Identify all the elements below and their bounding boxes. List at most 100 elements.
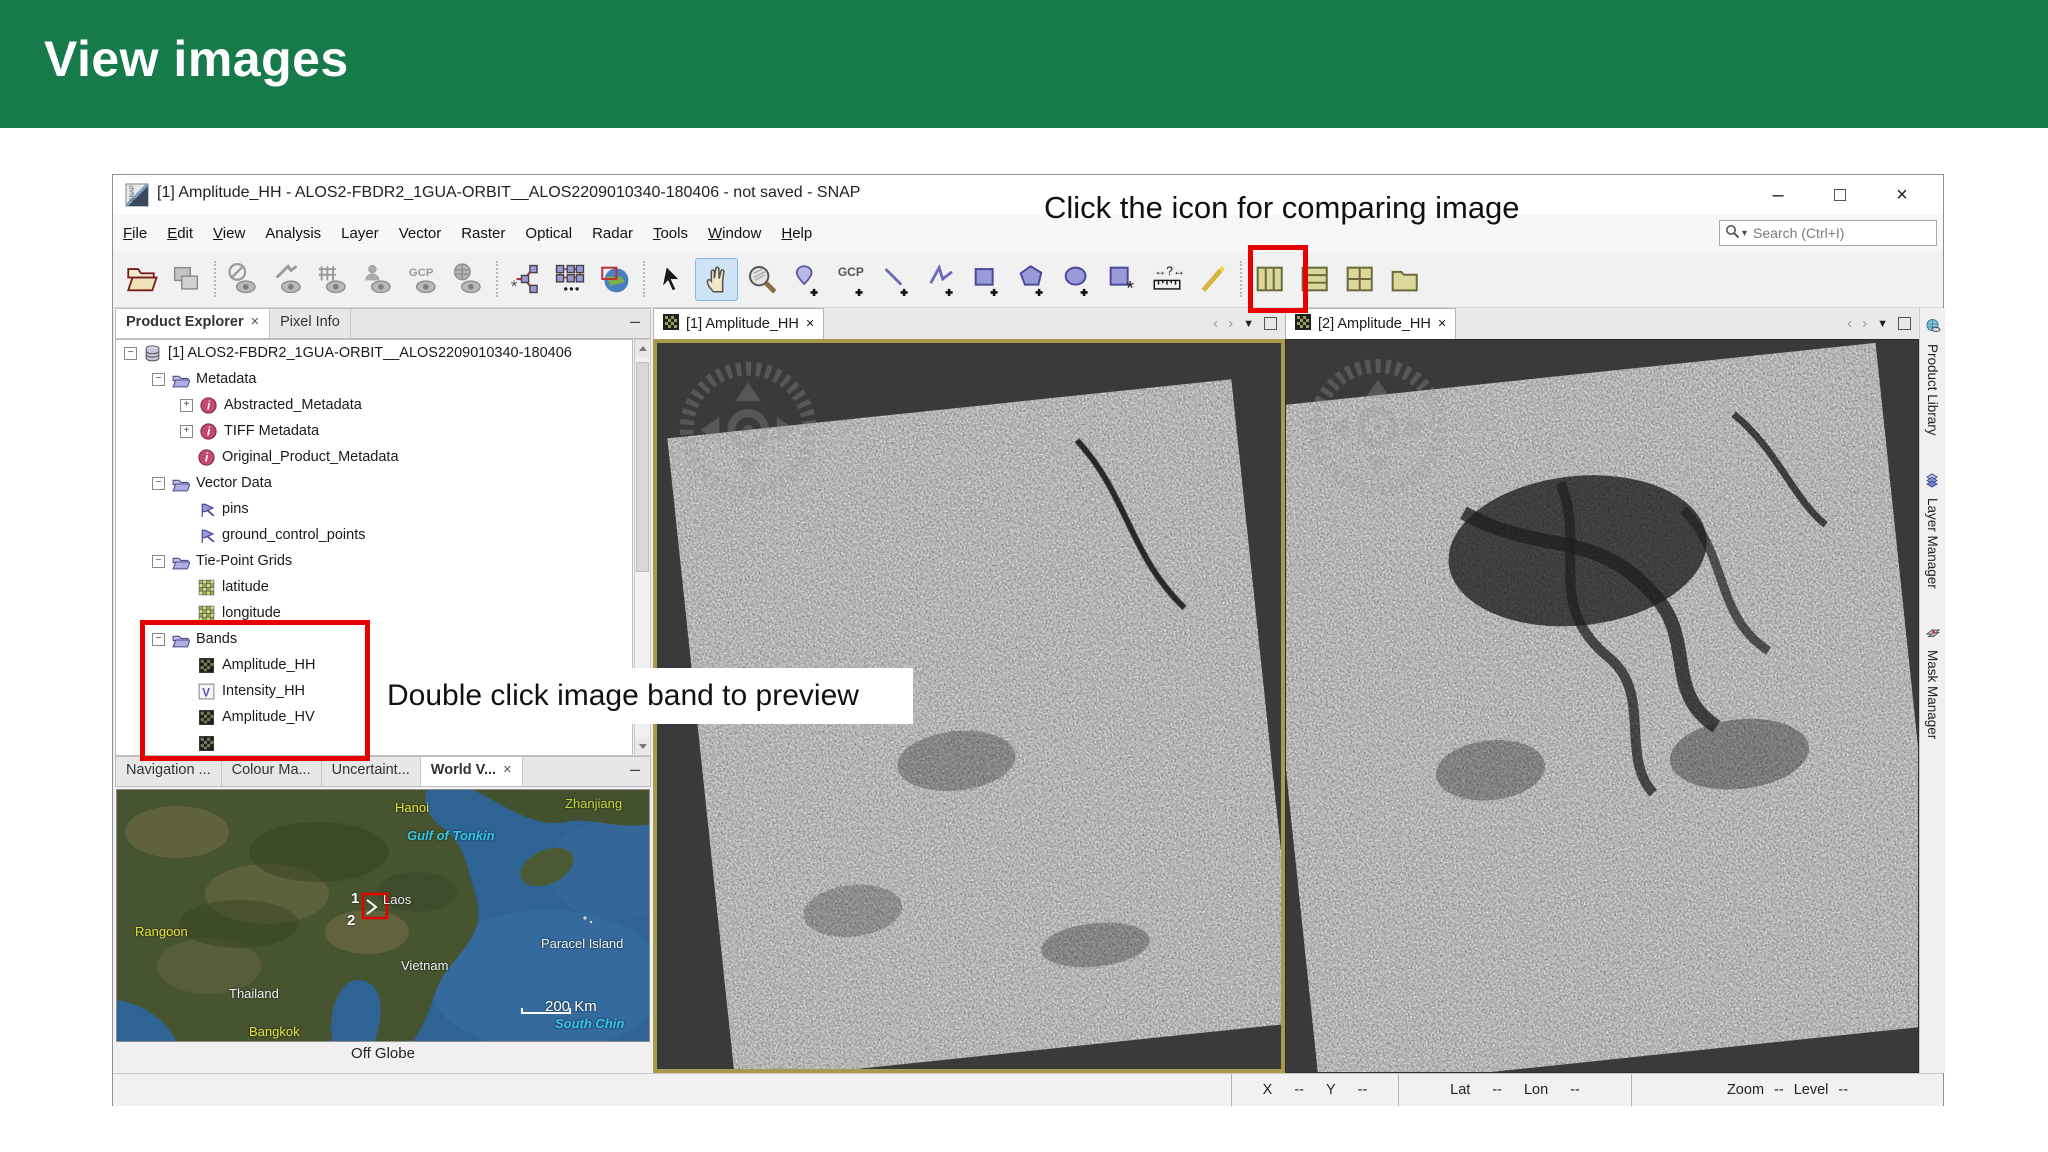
expander-icon[interactable]: − — [152, 554, 165, 568]
maximize-view-icon[interactable] — [1898, 317, 1911, 330]
scrollbar-thumb[interactable] — [636, 362, 649, 572]
menu-tools[interactable]: Tools — [643, 225, 698, 242]
menu-help[interactable]: Help — [771, 225, 822, 242]
menu-analysis[interactable]: Analysis — [255, 225, 331, 242]
tree-row-1-alos2-fbdr2-1gua-orbit-alos2209010340-180406[interactable]: − [1] ALOS2-FBDR2_1GUA-ORBIT__ALOS2209010… — [116, 340, 632, 366]
polyline-tool-button[interactable] — [920, 258, 963, 301]
graph-builder-button[interactable]: * — [503, 258, 546, 301]
magic-wand-tool-button[interactable] — [1190, 258, 1233, 301]
reprojection-button[interactable] — [593, 258, 636, 301]
status-text: X — [1262, 1082, 1273, 1098]
scroll-tabs-right-icon[interactable]: › — [1228, 315, 1233, 332]
measurement-tool-button[interactable]: ↔?↔ — [1145, 258, 1188, 301]
status-bar: X -- Y -- Lat -- Lon -- Zoom -- Level -- — [113, 1073, 1943, 1106]
gcp-manager-button[interactable]: GCP — [401, 258, 444, 301]
scroll-up-button[interactable] — [635, 340, 650, 357]
tab-product-explorer[interactable]: Product Explorer × — [116, 309, 271, 338]
close-icon[interactable]: × — [806, 316, 814, 332]
scroll-tabs-right-icon[interactable]: › — [1862, 315, 1867, 332]
close-icon[interactable]: × — [503, 762, 511, 778]
dock-tab-layer-manager[interactable]: Layer Manager — [1920, 462, 1945, 588]
open-product-button[interactable] — [119, 258, 162, 301]
view1-tab[interactable]: [1] Amplitude_HH × — [653, 308, 825, 339]
tile-evenly-button[interactable] — [1337, 258, 1380, 301]
menu-vector[interactable]: Vector — [389, 225, 452, 242]
tab-list-dropdown-icon[interactable]: ▼ — [1877, 318, 1888, 330]
pin-overlay-button[interactable] — [221, 258, 264, 301]
scroll-down-button[interactable] — [635, 738, 650, 755]
menu-view[interactable]: View — [203, 225, 255, 242]
tree-label: TIFF Metadata — [224, 423, 320, 439]
save-product-button[interactable] — [164, 258, 207, 301]
status-cell-x: X -- Y -- — [1231, 1074, 1398, 1106]
menu-optical[interactable]: Optical — [515, 225, 582, 242]
ellipse-tool-button[interactable] — [1055, 258, 1098, 301]
batch-processing-button[interactable] — [548, 258, 591, 301]
status-text: -- — [1774, 1082, 1784, 1098]
zoom-tool-button[interactable] — [740, 258, 783, 301]
dock-tab-product-library[interactable]: Product Library — [1920, 308, 1945, 436]
status-text: -- — [1294, 1082, 1304, 1098]
close-icon[interactable]: × — [1438, 316, 1446, 332]
menu-file[interactable]: File — [113, 225, 157, 242]
tree-row-abstracted-metadata[interactable]: + i Abstracted_Metadata — [116, 392, 632, 418]
subset-tool-button[interactable]: * — [1100, 258, 1143, 301]
menu-radar[interactable]: Radar — [582, 225, 643, 242]
rectangle-tool-button[interactable] — [965, 258, 1008, 301]
tie-point-grid-overlay-button[interactable] — [311, 258, 354, 301]
selection-tool-button[interactable] — [650, 258, 693, 301]
tab-navigation[interactable]: Navigation ... — [116, 757, 222, 786]
expander-icon[interactable]: − — [152, 476, 165, 490]
close-icon[interactable]: × — [251, 314, 259, 330]
maximize-view-icon[interactable] — [1264, 317, 1277, 330]
pin-placing-tool-button[interactable] — [785, 258, 828, 301]
tab-pixel-info[interactable]: Pixel Info — [270, 309, 351, 338]
search-scope-caret-icon[interactable]: ▾ — [1742, 228, 1747, 239]
minimize-panel-icon[interactable]: – — [630, 757, 650, 786]
tab-list-dropdown-icon[interactable]: ▼ — [1243, 318, 1254, 330]
scroll-tabs-left-icon[interactable]: ‹ — [1213, 315, 1218, 332]
view2-canvas[interactable] — [1285, 339, 1919, 1073]
dock-tab-mask-manager[interactable]: Mask Manager — [1920, 614, 1945, 740]
search-icon — [1725, 224, 1740, 243]
pan-tool-button[interactable] — [695, 257, 738, 301]
tree-row-pins[interactable]: pins — [116, 496, 632, 522]
menu-edit[interactable]: Edit — [157, 225, 203, 242]
menu-window[interactable]: Window — [698, 225, 771, 242]
tree-row-vector-data[interactable]: − Vector Data — [116, 470, 632, 496]
tab-world-v[interactable]: World V... × — [420, 757, 523, 786]
maximize-button[interactable]: □ — [1809, 175, 1871, 215]
search-box[interactable]: ▾ Search (Ctrl+I) — [1719, 220, 1937, 246]
pin-manager-button[interactable] — [356, 258, 399, 301]
expander-icon[interactable]: − — [152, 372, 165, 386]
tree-row-latitude[interactable]: latitude — [116, 574, 632, 600]
gcp-placing-tool-button[interactable]: GCP — [830, 258, 873, 301]
world-map-overlay-button[interactable] — [446, 258, 489, 301]
expander-icon[interactable]: + — [180, 424, 193, 438]
tab-uncertaint[interactable]: Uncertaint... — [321, 757, 421, 786]
polygon-tool-button[interactable] — [1010, 258, 1053, 301]
world-map[interactable]: Hanoi Zhanjiang Gulf of Tonkin Rangoon Laos P… — [116, 789, 650, 1042]
expander-icon[interactable]: + — [180, 398, 193, 412]
vector-overlay-button[interactable] — [266, 258, 309, 301]
snap-app-icon: SNAP — [124, 182, 150, 208]
menu-layer[interactable]: Layer — [331, 225, 389, 242]
tree-row-tie-point-grids[interactable]: − Tie-Point Grids — [116, 548, 632, 574]
minimize-button[interactable]: – — [1747, 175, 1809, 215]
menu-raster[interactable]: Raster — [451, 225, 515, 242]
tree-row-ground-control-points[interactable]: ground_control_points — [116, 522, 632, 548]
tab-colour-ma[interactable]: Colour Ma... — [221, 757, 322, 786]
status-text: Lon — [1523, 1082, 1549, 1098]
tree-label: Metadata — [196, 371, 257, 387]
tree-row-original-product-metadata[interactable]: i Original_Product_Metadata — [116, 444, 632, 470]
line-tool-button[interactable] — [875, 258, 918, 301]
scroll-tabs-left-icon[interactable]: ‹ — [1847, 315, 1852, 332]
expander-icon[interactable]: − — [124, 346, 137, 360]
window-titlebar[interactable]: SNAP [1] Amplitude_HH - ALOS2-FBDR2_1GUA… — [113, 175, 1943, 216]
tile-single-button[interactable] — [1382, 258, 1425, 301]
tree-row-metadata[interactable]: − Metadata — [116, 366, 632, 392]
minimize-panel-icon[interactable]: – — [630, 309, 650, 338]
tree-row-tiff-metadata[interactable]: + i TIFF Metadata — [116, 418, 632, 444]
close-button[interactable]: × — [1871, 175, 1933, 215]
view2-tab[interactable]: [2] Amplitude_HH × — [1285, 308, 1457, 339]
